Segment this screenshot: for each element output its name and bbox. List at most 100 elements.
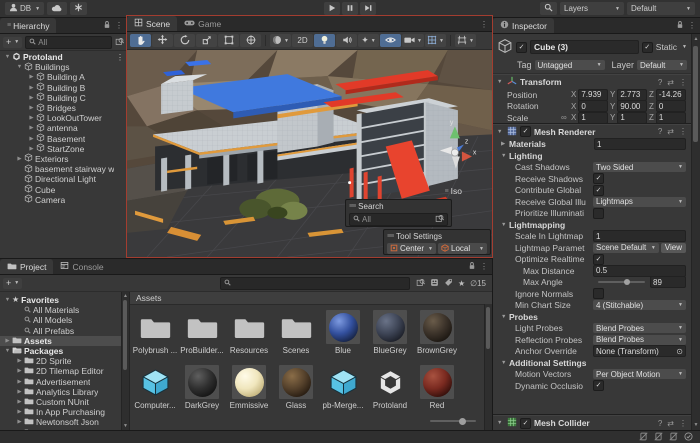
help-icon[interactable]: ? [658, 419, 662, 428]
tab-scene[interactable]: Scene [127, 16, 177, 31]
link-scale-icon[interactable]: ∞ [561, 113, 569, 122]
hierarchy-item-antenna[interactable]: ▶antenna [0, 123, 127, 133]
rotation-x-field[interactable]: 0 [578, 100, 608, 112]
project-item-in-app-purchasing[interactable]: ▶In App Purchasing [0, 407, 121, 417]
disclosure-closed-icon[interactable]: ▶ [15, 379, 24, 385]
inspector-scrollbar[interactable]: ▲ ▼ [691, 34, 700, 430]
kebab-menu-icon[interactable]: ⋮ [115, 21, 123, 30]
rotation-y-field[interactable]: 90.00 [617, 100, 647, 112]
project-search-input[interactable] [220, 277, 410, 290]
materials-field[interactable]: 1 [594, 138, 686, 150]
disclosure-closed-icon[interactable]: ▶ [27, 125, 36, 131]
drag-handle-icon[interactable]: ≡≡ [349, 203, 355, 210]
scroll-up-icon[interactable]: ▲ [122, 293, 129, 299]
disclosure-closed-icon[interactable]: ▶ [27, 95, 36, 101]
presets-icon[interactable]: ⇄ [667, 127, 674, 136]
scale-tool[interactable] [196, 34, 217, 47]
tab-console[interactable]: Console [53, 259, 110, 274]
tag-dropdown[interactable]: Untagged ▼ [535, 60, 605, 70]
help-icon[interactable]: ? [658, 78, 662, 87]
orientation-mode-dropdown[interactable]: Local ▼ [438, 243, 487, 254]
lock-icon[interactable] [676, 20, 684, 31]
object-picker-icon[interactable]: ⊙ [674, 347, 683, 356]
pause-button[interactable] [342, 2, 358, 15]
component-header-mesh-collider[interactable]: ▼✓Mesh Collider?⇄⋮ [493, 415, 691, 430]
tab-game[interactable]: Game [177, 16, 228, 31]
asset-tile-blue[interactable]: Blue [320, 308, 366, 363]
hierarchy-item-cube[interactable]: Cube [0, 184, 127, 194]
hierarchy-item-building-b[interactable]: ▶Building B [0, 83, 127, 93]
asset-tile-resources[interactable]: Resources [226, 308, 272, 363]
min-chart-size-dropdown[interactable]: 4 (Stitchable)▼ [593, 300, 686, 310]
kebab-menu-icon[interactable]: ⋮ [679, 419, 687, 428]
disclosure-closed-icon[interactable]: ▶ [3, 338, 12, 344]
hierarchy-item-protoland[interactable]: ▼Protoland⋮ [0, 52, 127, 62]
2d-toggle[interactable]: 2D [292, 34, 313, 47]
lightmap-paramet-dropdown[interactable]: Scene Default Para▼ [593, 243, 659, 253]
component-header-mesh-renderer[interactable]: ▼✓Mesh Renderer?⇄⋮ [493, 124, 691, 139]
position-z-field[interactable]: -14.26 [656, 89, 686, 101]
receive-shadows-checkbox[interactable]: ✓ [593, 173, 604, 184]
project-item-analytics-library[interactable]: ▶Analytics Library [0, 387, 121, 397]
scale-in-lightmap-field[interactable]: 1 [593, 230, 686, 242]
thumbnail-zoom-slider[interactable] [430, 420, 476, 422]
scroll-down-icon[interactable]: ▼ [122, 423, 129, 429]
prioritize-illuminati-checkbox[interactable] [593, 208, 604, 219]
disclosure-closed-icon[interactable]: ▶ [501, 141, 509, 147]
layout-dropdown[interactable]: Default ▼ [627, 2, 695, 15]
hierarchy-item-building-c[interactable]: ▶Building C [0, 93, 127, 103]
project-item-assets[interactable]: ▶Assets [0, 336, 121, 346]
asset-tile-browngrey[interactable]: BrownGrey [414, 308, 460, 363]
lighting-toggle[interactable] [314, 34, 335, 47]
slider-knob[interactable] [459, 418, 466, 425]
project-item-packages[interactable]: ▼Packages [0, 346, 121, 356]
disclosure-closed-icon[interactable]: ▶ [27, 136, 36, 142]
hierarchy-item-directional-light[interactable]: Directional Light [0, 174, 127, 184]
disclosure-closed-icon[interactable]: ▶ [15, 156, 24, 162]
disclosure-closed-icon[interactable]: ▶ [27, 146, 36, 152]
projection-toggle[interactable]: ≡ Iso [445, 186, 462, 196]
optimize-realtime-checkbox[interactable]: ✓ [593, 254, 604, 265]
hierarchy-item-basement-stairway-w[interactable]: basement stairway w [0, 164, 127, 174]
hierarchy-item-lookouttower[interactable]: ▶LookOutTower [0, 113, 127, 123]
mute-warning-icon[interactable] [654, 432, 663, 443]
disclosure-open-icon[interactable]: ▼ [497, 129, 504, 135]
disclosure-closed-icon[interactable]: ▶ [15, 358, 24, 364]
scene-viewport[interactable]: y z x ≡ Iso ≡≡ Search All [127, 50, 492, 257]
component-enabled-checkbox[interactable]: ✓ [520, 126, 531, 137]
max-angle-field[interactable]: 89 [650, 276, 686, 288]
hierarchy-item-basement[interactable]: ▶Basement [0, 134, 127, 144]
asset-tile-red[interactable]: Red [414, 363, 460, 418]
project-item-custom-nunit[interactable]: ▶Custom NUnit [0, 397, 121, 407]
scroll-up-icon[interactable]: ▲ [692, 36, 700, 42]
project-item-advertisement[interactable]: ▶Advertisement [0, 377, 121, 387]
gameobject-enabled-checkbox[interactable]: ✓ [516, 42, 527, 53]
disclosure-open-icon[interactable]: ▼ [497, 79, 504, 85]
kebab-menu-icon[interactable]: ⋮ [480, 262, 488, 271]
gameobject-name-field[interactable]: Cube (3) [530, 40, 639, 54]
scale-z-field[interactable]: 1 [656, 112, 686, 124]
kebab-menu-icon[interactable]: ⋮ [688, 21, 696, 30]
disclosure-open-icon[interactable]: ▼ [15, 64, 24, 70]
tab-hierarchy[interactable]: ≡ Hierarchy [0, 18, 56, 33]
search-picker-icon[interactable] [416, 278, 425, 289]
scroll-down-icon[interactable]: ▼ [692, 422, 700, 428]
lock-icon[interactable] [103, 20, 111, 31]
motion-vectors-dropdown[interactable]: Per Object Motion▼ [593, 369, 686, 379]
position-y-field[interactable]: 2.773 [617, 89, 647, 101]
draw-mode-dropdown[interactable]: ▼ [270, 34, 291, 47]
drag-handle-icon[interactable]: ≡≡ [387, 233, 393, 240]
project-item-newtonsoft-json[interactable]: ▶Newtonsoft Json [0, 417, 121, 427]
presets-icon[interactable]: ⇄ [667, 78, 674, 87]
component-header-transform[interactable]: ▼Transform?⇄⋮ [493, 74, 691, 89]
kebab-menu-icon[interactable]: ⋮ [679, 78, 687, 87]
grid-snap-dropdown[interactable]: ▼ [425, 34, 446, 47]
disclosure-open-icon[interactable]: ▼ [501, 222, 509, 228]
scrollbar-thumb[interactable] [486, 307, 490, 349]
disclosure-open-icon[interactable]: ▼ [3, 54, 12, 60]
disclosure-closed-icon[interactable]: ▶ [27, 115, 36, 121]
hierarchy-add-button[interactable]: + ▼ [3, 37, 22, 48]
asset-tile-bluegrey[interactable]: BlueGrey [367, 308, 413, 363]
disclosure-open-icon[interactable]: ▼ [3, 297, 12, 303]
project-item-2d-sprite[interactable]: ▶2D Sprite [0, 356, 121, 366]
